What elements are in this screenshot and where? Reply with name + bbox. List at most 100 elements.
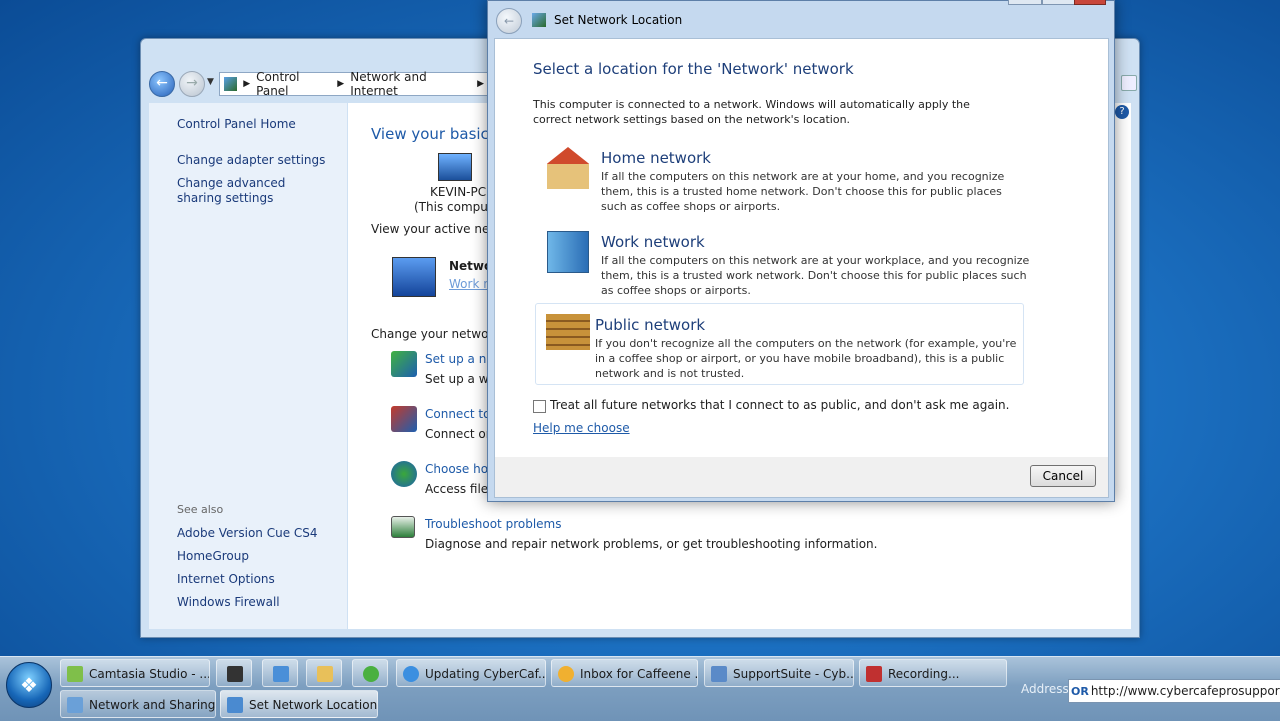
cancel-button[interactable]: Cancel — [1030, 465, 1096, 487]
active-networks-label: View your active netw — [371, 222, 504, 236]
taskbar-item-label: SupportSuite - Cyb... — [733, 667, 854, 681]
taskbar-item[interactable]: Updating CyberCaf... — [396, 659, 546, 687]
python-icon — [273, 666, 289, 682]
taskbar-item[interactable] — [352, 659, 388, 687]
option-desc: If all the computers on this network are… — [601, 254, 1030, 297]
control-panel-icon — [224, 77, 238, 91]
address-bar[interactable]: ▶ Control Panel ▶ Network and Internet ▶ — [219, 70, 491, 98]
network-name: Netwo — [449, 259, 493, 273]
see-also-link[interactable]: Internet Options — [177, 572, 275, 586]
folder-icon — [317, 666, 333, 682]
site-icon: OR — [1071, 685, 1089, 698]
set-network-location-dialog: ← Set Network Location Select a location… — [487, 0, 1115, 502]
option-title: Home network — [601, 149, 711, 167]
minimize-button[interactable] — [1008, 0, 1042, 5]
public-network-option[interactable]: Public network If you don't recognize al… — [535, 303, 1024, 385]
taskbar-item-active[interactable]: Set Network Location — [220, 690, 378, 718]
option-desc: If you don't recognize all the computers… — [595, 337, 1017, 380]
dialog-footer: Cancel — [494, 457, 1109, 498]
dialog-title: Set Network Location — [554, 13, 683, 27]
network-type-link[interactable]: Work n — [449, 277, 491, 291]
troubleshoot-icon — [391, 516, 415, 538]
see-also-link[interactable]: Windows Firewall — [177, 595, 280, 609]
address-toolbar-label: Address — [1021, 682, 1069, 696]
computer-name: KEVIN-PC — [430, 185, 487, 199]
address-value: http://www.cybercafeprosupport.co — [1090, 684, 1280, 698]
network-location-icon — [227, 697, 243, 713]
network-icon — [67, 697, 83, 713]
taskbar-item[interactable]: Network and Sharing... — [60, 690, 216, 718]
address-toolbar-input[interactable]: OR http://www.cybercafeprosupport.co — [1068, 679, 1280, 703]
back-button[interactable]: ← — [496, 8, 522, 34]
change-networking-label: Change your networki — [371, 327, 504, 341]
task-desc: Connect or — [425, 427, 491, 441]
taskbar-item[interactable] — [216, 659, 252, 687]
breadcrumb-item[interactable]: Network and Internet — [350, 70, 471, 98]
maximize-button[interactable] — [1042, 0, 1076, 5]
taskbar-item[interactable] — [306, 659, 342, 687]
breadcrumb-item[interactable]: Control Panel — [256, 70, 331, 98]
dialog-body: Select a location for the 'Network' netw… — [494, 38, 1109, 458]
taskbar-item[interactable]: Recording... — [859, 659, 1007, 687]
park-bench-icon — [546, 314, 590, 350]
mail-icon — [558, 666, 574, 682]
work-network-option[interactable]: Work network If all the computers on thi… — [541, 227, 1041, 309]
connect-network-icon — [391, 406, 417, 432]
setup-connection-icon — [391, 351, 417, 377]
help-icon[interactable]: ? — [1115, 105, 1129, 119]
see-also-link[interactable]: HomeGroup — [177, 549, 249, 563]
taskbar-item-label: Updating CyberCaf... — [425, 667, 546, 681]
breadcrumb-separator-icon: ▶ — [337, 79, 345, 89]
left-task-pane: Control Panel Home Change adapter settin… — [149, 103, 347, 629]
chevron-down-icon[interactable]: ▼ — [207, 77, 214, 87]
taskbar-item-label: Recording... — [888, 667, 960, 681]
browser-icon — [711, 666, 727, 682]
taskbar-item-label: Camtasia Studio - ... — [89, 667, 210, 681]
breadcrumb-separator-icon: ▶ — [477, 79, 484, 89]
option-title: Public network — [595, 316, 706, 334]
homegroup-icon — [391, 461, 417, 487]
page-title: View your basic n — [371, 125, 504, 143]
breadcrumb-separator-icon: ▶ — [243, 79, 251, 89]
close-button[interactable] — [1074, 0, 1106, 5]
option-title: Work network — [601, 233, 705, 251]
app-icon — [363, 666, 379, 682]
see-also-link[interactable]: Adobe Version Cue CS4 — [177, 526, 318, 540]
checkbox-label: Treat all future networks that I connect… — [550, 398, 1010, 412]
back-button[interactable]: ← — [149, 71, 175, 97]
internet-explorer-icon — [403, 666, 419, 682]
start-button[interactable]: ❖ — [6, 662, 52, 708]
taskbar-item-label: Set Network Location — [249, 698, 378, 712]
option-desc: If all the computers on this network are… — [601, 170, 1005, 213]
taskbar-item[interactable]: Inbox for Caffeene ... — [551, 659, 698, 687]
taskbar-item[interactable] — [262, 659, 298, 687]
forward-button[interactable]: → — [179, 71, 205, 97]
see-also-heading: See also — [177, 503, 224, 516]
taskbar-item[interactable]: SupportSuite - Cyb... — [704, 659, 854, 687]
network-icon — [392, 257, 436, 297]
dialog-heading: Select a location for the 'Network' netw… — [533, 60, 854, 78]
control-panel-home-link[interactable]: Control Panel Home — [177, 117, 296, 131]
computer-icon — [438, 153, 472, 181]
recording-icon — [866, 666, 882, 682]
tool-icon — [227, 666, 243, 682]
camtasia-icon — [67, 666, 83, 682]
troubleshoot-link[interactable]: Troubleshoot problems — [425, 517, 561, 531]
dialog-intro: This computer is connected to a network.… — [533, 98, 970, 126]
change-adapter-settings-link[interactable]: Change adapter settings — [177, 153, 325, 167]
help-me-choose-link[interactable]: Help me choose — [533, 421, 630, 435]
task-desc: Diagnose and repair network problems, or… — [425, 537, 878, 551]
taskbar-item-label: Inbox for Caffeene ... — [580, 667, 698, 681]
search-icon[interactable] — [1121, 75, 1137, 91]
taskbar-item-label: Network and Sharing... — [89, 698, 216, 712]
home-network-option[interactable]: Home network If all the computers on thi… — [541, 143, 1041, 225]
task-desc: Access files — [425, 482, 495, 496]
office-building-icon — [547, 231, 589, 273]
taskbar-item[interactable]: Camtasia Studio - ... — [60, 659, 210, 687]
change-advanced-sharing-link[interactable]: Change advanced sharing settings — [177, 176, 327, 206]
network-location-icon — [532, 13, 546, 27]
task-link[interactable]: Connect to — [425, 407, 490, 421]
treat-public-checkbox[interactable] — [533, 400, 546, 413]
task-link[interactable]: Choose hor — [425, 462, 493, 476]
house-icon — [547, 147, 589, 189]
